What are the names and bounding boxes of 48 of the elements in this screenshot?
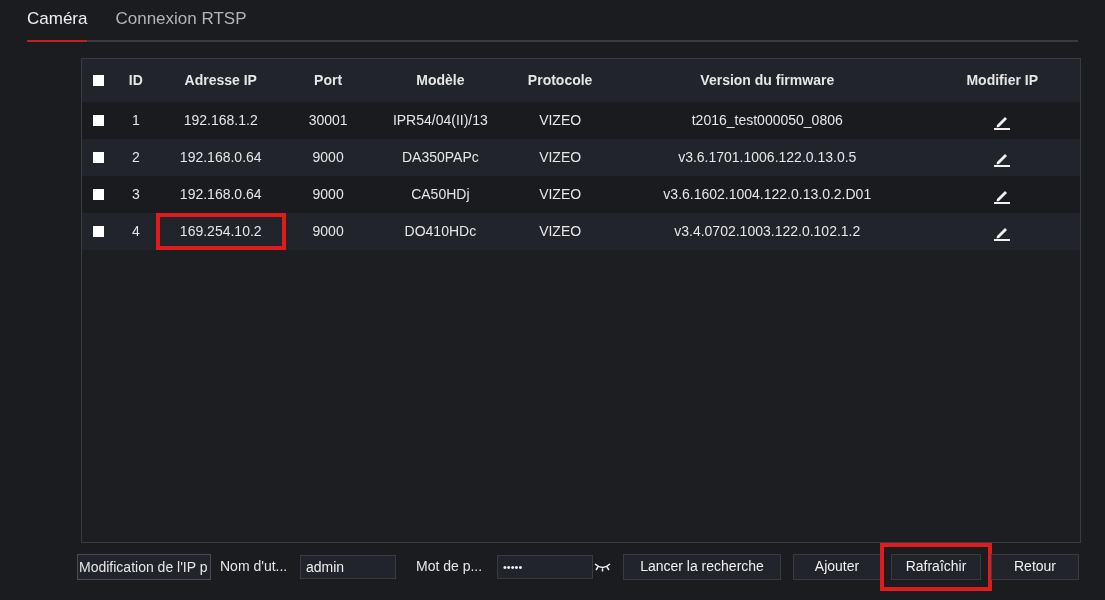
checkbox[interactable] [93,115,105,127]
table-cell: 30001 [308,111,348,128]
table-cell: 9000 [312,148,344,165]
table-cell: v3.6.1602.1004.122.0.13.0.2.D01 [663,185,872,202]
column-header: Protocole [527,71,593,88]
table-cell: 1 [131,111,140,128]
table-cell: 2 [131,148,140,165]
table-cell: CA50HDj [411,185,470,202]
column-header: Port [314,71,343,88]
table-cell: DO410HDc [404,222,477,239]
eye-closed-icon[interactable] [594,561,611,572]
table-cell: VIZEO [539,111,582,128]
table-cell: v3.4.0702.1003.122.0.102.1.2 [674,222,861,239]
table-cell: VIZEO [539,222,582,239]
checkbox[interactable] [93,152,105,164]
table-cell: 4 [131,222,140,239]
column-header: Modèle [416,71,465,88]
field-label: Mot de p... [416,557,484,576]
table-cell: DA350PAPc [401,148,479,165]
column-header: ID [128,71,143,88]
action-button[interactable]: Lancer la recherche [623,553,781,580]
checkbox[interactable] [93,189,105,201]
action-button[interactable]: Ajouter [793,553,881,580]
table-cell-text: 192.168.0.64 [179,147,262,167]
table-cell: IPR54/04(II)/13 [392,111,488,128]
action-button[interactable]: Rafraîchir [891,553,981,580]
table-cell: VIZEO [539,148,582,165]
table-cell: 9000 [312,222,344,239]
table-cell: 169.254.10.2 [155,212,286,250]
mode-select[interactable]: Modification de l'IP p [77,553,211,580]
table-cell-text: 192.168.1.2 [183,110,258,130]
column-header: Modifier IP [966,71,1038,88]
column-header: Adresse IP [184,71,257,88]
table-cell: v3.6.1701.1006.122.0.13.0.5 [678,148,857,165]
tab[interactable]: Caméra [27,6,88,42]
checkbox[interactable] [93,226,105,238]
table-cell: VIZEO [539,185,582,202]
field-label: Nom d'ut... [220,557,289,576]
table-cell: t2016_test000050_0806 [691,111,843,128]
action-button[interactable]: Retour [991,553,1079,580]
username-field[interactable]: admin [300,554,396,579]
tab[interactable]: Connexion RTSP [115,6,247,42]
table-cell: 3 [131,185,140,202]
password-field[interactable]: ••••• [497,554,593,579]
table-cell: 9000 [312,185,344,202]
table-cell-text: 192.168.0.64 [179,184,262,204]
checkbox[interactable] [93,75,105,87]
column-header: Version du firmware [700,71,835,88]
